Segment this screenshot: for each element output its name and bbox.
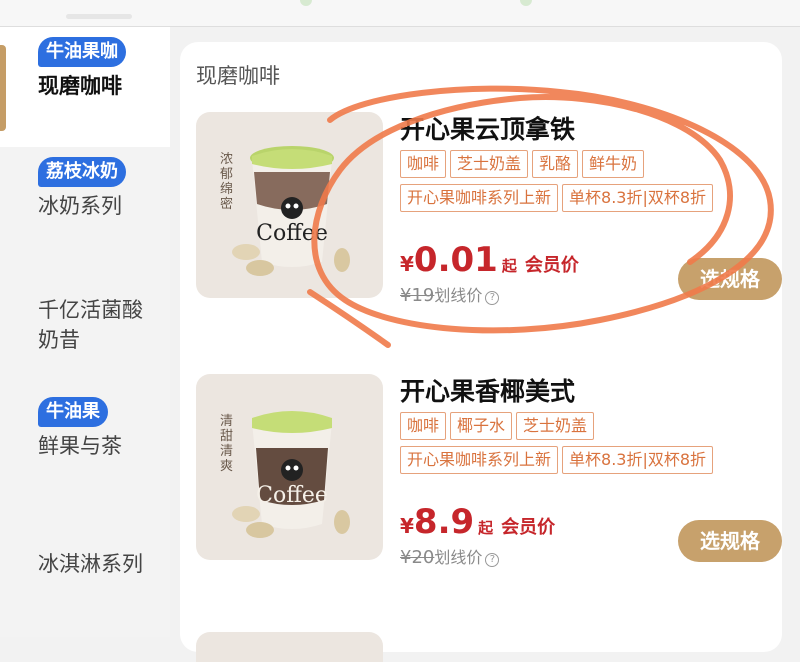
product-list-panel: 现磨咖啡 Coffee 浓郁绵密 开心果云顶拿铁 咖啡芝士奶盖乳酪鲜牛奶 bbox=[180, 42, 782, 662]
promo-tag: 单杯8.3折|双杯8折 bbox=[562, 446, 714, 474]
select-spec-button[interactable]: 选规格 bbox=[678, 258, 782, 300]
sidebar-item-label: 千亿活菌酸 bbox=[38, 298, 143, 322]
product-card[interactable]: Coffee 浓郁绵密 开心果云顶拿铁 咖啡 芝士奶盖 乳酪 鲜牛奶 开心果咖啡系列上… bbox=[196, 112, 782, 332]
sidebar-item-coffee[interactable]: 牛油果咖 现磨咖啡 bbox=[0, 27, 170, 147]
promo-tag: 开心果咖啡系列上新 bbox=[400, 446, 559, 474]
thumb-slogan: 清甜清爽 bbox=[220, 414, 234, 474]
top-decoration bbox=[300, 0, 312, 6]
original-price-row: ¥20划线价? bbox=[400, 544, 500, 568]
member-label: 会员价 bbox=[501, 517, 556, 538]
promo-tag: 单杯8.3折|双杯8折 bbox=[562, 184, 714, 212]
section-title: 现磨咖啡 bbox=[196, 64, 280, 88]
info-icon[interactable]: ? bbox=[485, 553, 500, 567]
tag-row: 咖啡 芝士奶盖 乳酪 鲜牛奶 bbox=[400, 150, 780, 184]
original-price-row: ¥19划线价? bbox=[400, 282, 500, 306]
product-tag: 咖啡 bbox=[400, 412, 447, 440]
currency-symbol: ¥ bbox=[400, 514, 414, 538]
top-bar bbox=[0, 0, 800, 27]
product-name: 开心果香椰美式 bbox=[400, 377, 576, 406]
product-name: 开心果云顶拿铁 bbox=[400, 115, 576, 144]
active-indicator bbox=[0, 45, 6, 131]
cup-label: Coffee bbox=[256, 483, 328, 508]
sidebar-item-ice-cream[interactable]: 冰淇淋系列 bbox=[0, 507, 170, 627]
tag-row: 咖啡 椰子水 芝士奶盖 bbox=[400, 412, 780, 446]
currency-symbol: ¥ bbox=[400, 252, 414, 276]
cup-label: Coffee bbox=[256, 221, 328, 246]
product-card[interactable]: Coffee 清甜清爽 开心果香椰美式 咖啡 椰子水 芝士奶盖 开心果咖啡系列上新单… bbox=[196, 374, 782, 594]
sidebar-item-label: 冰奶系列 bbox=[38, 194, 122, 218]
sidebar-item-label: 冰淇淋系列 bbox=[38, 552, 143, 576]
member-label: 会员价 bbox=[524, 255, 579, 276]
original-price-label: 划线价 bbox=[434, 286, 483, 305]
original-price: ¥19 bbox=[400, 285, 435, 306]
product-tag: 咖啡 bbox=[400, 150, 447, 178]
price-row: ¥0.01 起会员价 bbox=[400, 240, 579, 280]
original-price: ¥20 bbox=[400, 547, 435, 568]
tab-indicator bbox=[66, 14, 132, 19]
promo-tag-row: 开心果咖啡系列上新 单杯8.3折|双杯8折 bbox=[400, 446, 780, 480]
product-tag: 乳酪 bbox=[532, 150, 579, 178]
promo-tag-row: 开心果咖啡系列上新 单杯8.3折|双杯8折 bbox=[400, 184, 780, 218]
product-tag: 芝士奶盖 bbox=[450, 150, 529, 178]
product-tag: 芝士奶盖 bbox=[516, 412, 595, 440]
thumb-slogan: 浓郁绵密 bbox=[220, 152, 234, 212]
category-sidebar: 牛油果咖 现磨咖啡 荔枝冰奶 冰奶系列 千亿活菌酸 奶昔 牛油果 鲜果与茶 冰淇… bbox=[0, 27, 170, 637]
product-tag: 椰子水 bbox=[450, 412, 513, 440]
product-tag: 鲜牛奶 bbox=[582, 150, 645, 178]
member-price: 8.9 bbox=[413, 502, 475, 542]
original-price-label: 划线价 bbox=[434, 548, 483, 567]
product-image[interactable]: Coffee 浓郁绵密 bbox=[196, 112, 383, 298]
product-image[interactable]: Coffee 清甜清爽 bbox=[196, 374, 383, 560]
promo-tag: 开心果咖啡系列上新 bbox=[400, 184, 559, 212]
top-decoration bbox=[520, 0, 532, 6]
sidebar-item-label: 现磨咖啡 bbox=[38, 74, 122, 98]
sidebar-item-ice-milk[interactable]: 荔枝冰奶 冰奶系列 bbox=[0, 147, 170, 267]
info-icon[interactable]: ? bbox=[485, 291, 500, 305]
sidebar-item-yogurt-shake[interactable]: 千亿活菌酸 奶昔 bbox=[0, 267, 170, 387]
sidebar-badge: 牛油果咖 bbox=[38, 37, 126, 67]
select-spec-button[interactable]: 选规格 bbox=[678, 520, 782, 562]
sidebar-badge: 荔枝冰奶 bbox=[38, 157, 126, 187]
price-row: ¥8.9 起会员价 bbox=[400, 502, 555, 542]
sidebar-item-label: 鲜果与茶 bbox=[38, 434, 122, 458]
sidebar-badge: 牛油果 bbox=[38, 397, 108, 427]
member-price: 0.01 bbox=[413, 240, 498, 280]
price-suffix: 起 bbox=[501, 257, 517, 275]
sidebar-item-label: 奶昔 bbox=[38, 328, 80, 352]
price-suffix: 起 bbox=[478, 519, 494, 537]
sidebar-item-fruit-tea[interactable]: 牛油果 鲜果与茶 bbox=[0, 387, 170, 507]
